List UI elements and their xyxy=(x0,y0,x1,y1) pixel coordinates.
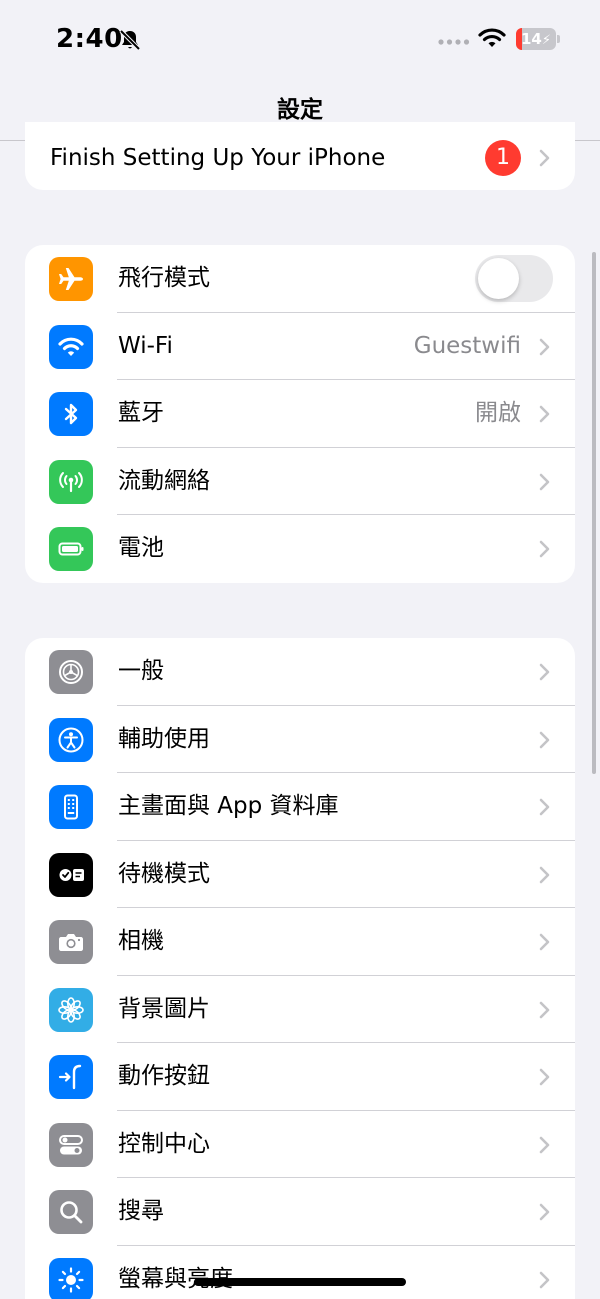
settings-row-search[interactable]: 搜尋 xyxy=(25,1178,575,1246)
airplane-icon xyxy=(49,257,93,301)
bluetooth-value: 開啟 xyxy=(475,400,521,426)
settings-row-wallpaper[interactable]: 背景圖片 xyxy=(25,976,575,1043)
setup-group: Finish Setting Up Your iPhone 1 xyxy=(25,122,575,190)
standby-label: 待機模式 xyxy=(118,860,210,887)
battery-icon xyxy=(49,527,93,571)
home-screen-icon xyxy=(49,785,93,829)
wifi-status-icon xyxy=(478,28,506,47)
cellular-icon xyxy=(49,459,93,504)
wifi-label: Wi-Fi xyxy=(118,332,173,359)
wallpaper-icon xyxy=(49,987,93,1032)
chevron-right-icon xyxy=(539,731,550,748)
control-center-icon xyxy=(49,1122,93,1167)
camera-icon xyxy=(49,920,93,964)
cellular-label: 流動網絡 xyxy=(118,467,210,494)
settings-row-battery[interactable]: 電池 xyxy=(25,515,575,583)
control-center-label: 控制中心 xyxy=(118,1130,210,1157)
chevron-right-icon xyxy=(539,663,550,681)
bluetooth-icon xyxy=(49,392,93,436)
settings-row-control-center[interactable]: 控制中心 xyxy=(25,1111,575,1178)
settings-row-general[interactable]: 一般 xyxy=(25,638,575,706)
settings-row-action-button[interactable]: 動作按鈕 xyxy=(25,1043,575,1111)
chevron-right-icon xyxy=(539,866,550,883)
battery-label: 電池 xyxy=(118,535,164,561)
home-indicator[interactable] xyxy=(194,1278,406,1286)
chevron-right-icon xyxy=(539,540,550,558)
connectivity-group: 飛行模式 Wi-Fi Guestwifi 藍牙 開啟 流動網絡 電池 xyxy=(25,245,575,583)
system-group: 一般 輔助使用 主畫面與 App 資料庫 待機模式 相機 背景圖片 動作按鈕 控… xyxy=(25,638,575,1299)
search-label: 搜尋 xyxy=(118,1198,164,1224)
chevron-right-icon xyxy=(539,473,550,490)
chevron-right-icon xyxy=(539,338,550,355)
settings-row-home-screen[interactable]: 主畫面與 App 資料庫 xyxy=(25,773,575,841)
bluetooth-label: 藍牙 xyxy=(118,400,164,426)
notification-badge: 1 xyxy=(485,140,521,176)
chevron-right-icon xyxy=(539,1068,550,1086)
page-title: 設定 xyxy=(277,97,323,123)
settings-row-wifi[interactable]: Wi-Fi Guestwifi xyxy=(25,313,575,380)
battery-status: 14⚡ xyxy=(516,28,560,50)
status-time: 2:40 xyxy=(56,24,123,54)
wifi-network-value: Guestwifi xyxy=(413,332,521,359)
accessibility-icon xyxy=(49,717,93,762)
search-icon xyxy=(49,1190,93,1234)
settings-row-standby[interactable]: 待機模式 xyxy=(25,841,575,908)
display-brightness-label: 螢幕與亮度 xyxy=(118,1265,233,1292)
wallpaper-label: 背景圖片 xyxy=(118,995,210,1022)
wifi-icon xyxy=(49,324,93,369)
settings-row-bluetooth[interactable]: 藍牙 開啟 xyxy=(25,380,575,448)
battery-tip xyxy=(557,35,560,43)
chevron-right-icon xyxy=(539,798,550,816)
charging-bolt-icon: ⚡ xyxy=(541,33,551,48)
brightness-icon xyxy=(49,1257,93,1299)
airplane-label: 飛行模式 xyxy=(118,265,210,291)
setup-label: Finish Setting Up Your iPhone xyxy=(50,145,386,171)
accessibility-label: 輔助使用 xyxy=(118,725,210,752)
settings-row-camera[interactable]: 相機 xyxy=(25,908,575,976)
action-button-label: 動作按鈕 xyxy=(118,1063,210,1089)
standby-icon xyxy=(49,852,93,897)
settings-row-airplane-mode[interactable]: 飛行模式 xyxy=(25,245,575,313)
general-label: 一般 xyxy=(118,658,164,684)
chevron-right-icon xyxy=(539,933,550,951)
signal-dots-icon xyxy=(438,39,470,45)
settings-row-accessibility[interactable]: 輔助使用 xyxy=(25,706,575,773)
chevron-right-icon xyxy=(539,1271,550,1288)
gear-icon xyxy=(49,650,93,694)
battery-percent: 14⚡ xyxy=(516,28,556,50)
settings-row-cellular[interactable]: 流動網絡 xyxy=(25,448,575,515)
chevron-right-icon xyxy=(539,149,550,167)
chevron-right-icon xyxy=(539,1001,550,1018)
toggle-knob xyxy=(478,258,519,299)
status-bar: 2:40 14⚡ xyxy=(0,0,600,80)
settings-row-display-brightness[interactable]: 螢幕與亮度 xyxy=(25,1246,575,1299)
action-button-icon xyxy=(49,1055,93,1099)
scrollbar[interactable] xyxy=(592,252,596,774)
chevron-right-icon xyxy=(539,1136,550,1153)
bell-slash-icon xyxy=(119,29,141,51)
chevron-right-icon xyxy=(539,1203,550,1221)
battery-percent-text: 14 xyxy=(520,30,542,48)
camera-label: 相機 xyxy=(118,928,164,954)
home-screen-label: 主畫面與 App 資料庫 xyxy=(118,793,339,819)
chevron-right-icon xyxy=(539,405,550,423)
airplane-mode-toggle[interactable] xyxy=(475,255,553,302)
setup-row[interactable]: Finish Setting Up Your iPhone 1 xyxy=(25,122,575,190)
